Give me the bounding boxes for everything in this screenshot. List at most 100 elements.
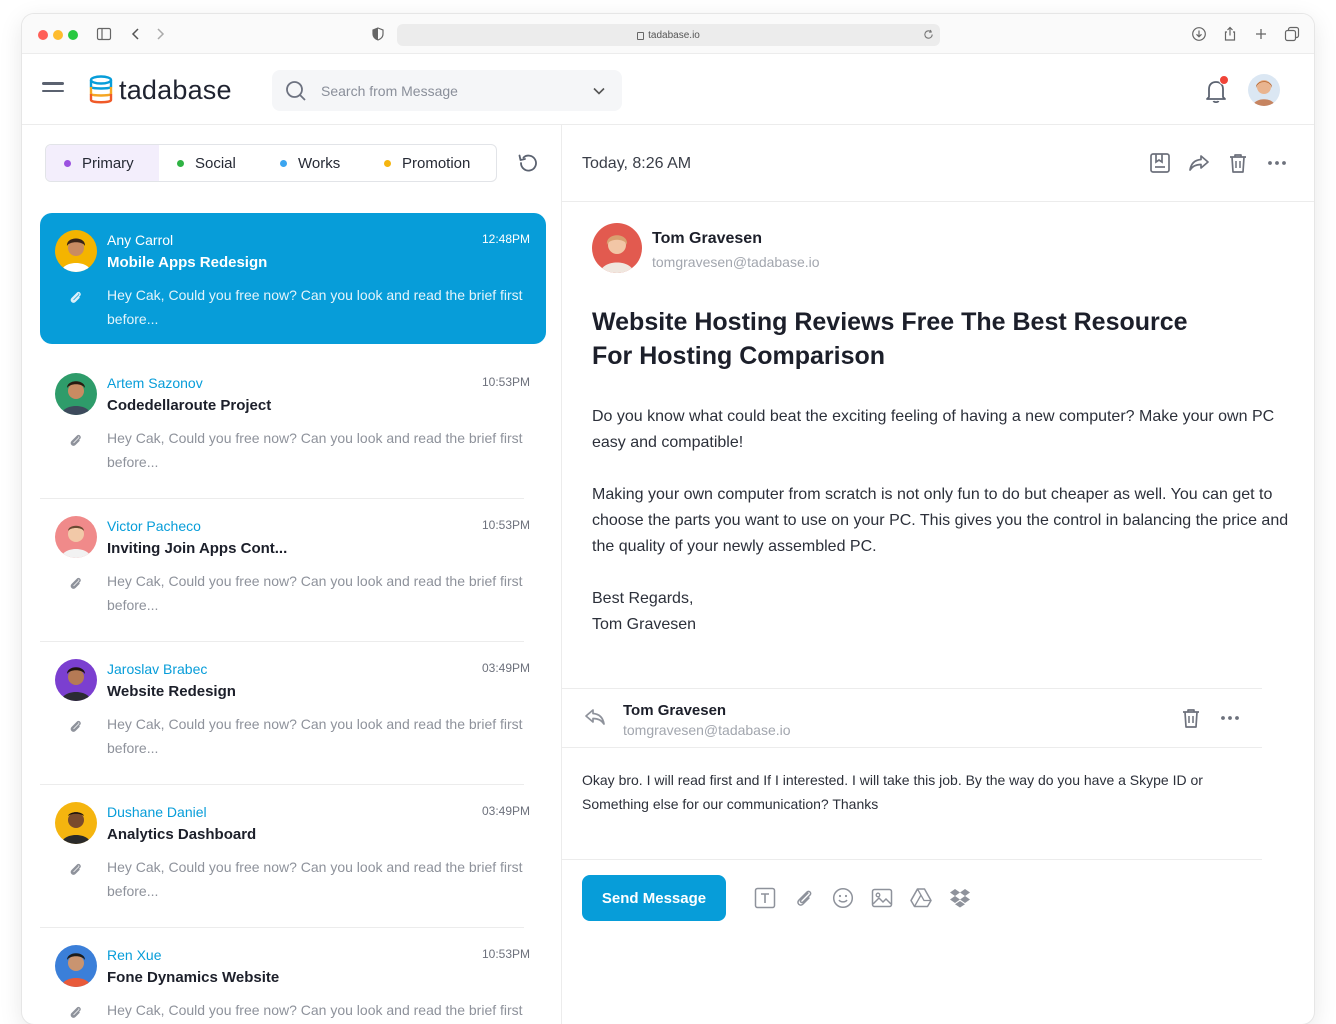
- shield-icon[interactable]: [370, 26, 386, 42]
- mail-subject: Website Redesign: [107, 683, 236, 700]
- image-icon[interactable]: [871, 887, 893, 909]
- tab-label: Primary: [82, 154, 134, 172]
- delete-icon[interactable]: [1227, 152, 1249, 174]
- mail-snippet: Hey Cak, Could you free now? Can you loo…: [107, 287, 523, 327]
- text-format-icon[interactable]: [754, 887, 776, 909]
- tab-label: Promotion: [402, 154, 471, 172]
- avatar: [55, 373, 97, 415]
- mail-subject: Inviting Join Apps Cont...: [107, 540, 288, 557]
- database-icon: [89, 75, 113, 104]
- menu-icon[interactable]: [42, 82, 64, 98]
- mail-time: 10:53PM: [481, 947, 530, 961]
- reply-sender-name: Tom Gravesen: [623, 702, 727, 719]
- sender-email: tomgravesen@tadabase.io: [652, 254, 820, 270]
- notification-badge: [1219, 75, 1229, 85]
- share-icon[interactable]: [1222, 26, 1238, 42]
- browser-toolbar: tadabase.io: [22, 14, 1314, 54]
- back-icon[interactable]: [128, 26, 144, 42]
- refresh-icon[interactable]: [516, 151, 540, 175]
- tab-primary[interactable]: Primary: [46, 145, 159, 181]
- sender-avatar: [592, 223, 642, 273]
- mail-item[interactable]: Victor Pacheco 10:53PM Inviting Join App…: [40, 499, 546, 642]
- mail-item[interactable]: Artem Sazonov 10:53PM Codedellaroute Pro…: [40, 356, 546, 499]
- app-header: tadabase Search from Message: [22, 54, 1314, 125]
- mail-snippet: Hey Cak, Could you free now? Can you loo…: [107, 1002, 523, 1018]
- forward-icon[interactable]: [152, 26, 168, 42]
- close-window-button[interactable]: [38, 30, 48, 40]
- emoji-icon[interactable]: [832, 887, 854, 909]
- mail-list: Any Carrol 12:48PM Mobile Apps Redesign …: [40, 213, 546, 1024]
- search-icon: [286, 81, 306, 101]
- tab-social[interactable]: Social: [159, 145, 262, 181]
- tabs-overview-icon[interactable]: [1284, 26, 1300, 42]
- reply-header: Tom Gravesen tomgravesen@tadabase.io: [562, 688, 1262, 748]
- sidebar-toggle-icon[interactable]: [96, 26, 112, 42]
- app-logo[interactable]: tadabase: [89, 74, 232, 106]
- new-tab-icon[interactable]: [1253, 26, 1269, 42]
- promotion-dot: [384, 159, 391, 167]
- mail-item[interactable]: Dushane Daniel 03:49PM Analytics Dashboa…: [40, 785, 546, 928]
- download-icon[interactable]: [1191, 26, 1207, 42]
- mail-snippet: Hey Cak, Could you free now? Can you loo…: [107, 573, 523, 613]
- search-placeholder: Search from Message: [321, 83, 458, 99]
- attachment-icon: [67, 861, 83, 877]
- message-date: Today, 8:26 AM: [582, 155, 692, 172]
- mail-sender: Ren Xue: [107, 947, 162, 963]
- mail-item[interactable]: Jaroslav Brabec 03:49PM Website Redesign…: [40, 642, 546, 785]
- forward-message-icon[interactable]: [1188, 152, 1210, 174]
- mail-snippet: Hey Cak, Could you free now? Can you loo…: [107, 430, 523, 470]
- url-text: tadabase.io: [648, 29, 700, 41]
- reply-input[interactable]: Okay bro. I will read first and If I int…: [582, 768, 1232, 816]
- mail-sender: Any Carrol: [107, 232, 174, 248]
- mail-time: 03:49PM: [481, 804, 530, 818]
- avatar: [55, 516, 97, 558]
- minimize-window-button[interactable]: [53, 30, 63, 40]
- social-dot: [177, 159, 184, 167]
- mail-subject: Analytics Dashboard: [107, 826, 257, 843]
- avatar: [55, 802, 97, 844]
- reply-delete-icon[interactable]: [1180, 707, 1202, 729]
- mail-snippet: Hey Cak, Could you free now? Can you loo…: [107, 716, 523, 756]
- mail-time: 03:49PM: [481, 661, 530, 675]
- google-drive-icon[interactable]: [910, 887, 932, 909]
- reload-icon[interactable]: [923, 29, 934, 40]
- mail-time: 10:53PM: [481, 375, 530, 389]
- address-bar[interactable]: tadabase.io: [397, 24, 940, 46]
- divider: [562, 859, 1262, 860]
- reply-icon[interactable]: [584, 706, 606, 728]
- tab-works[interactable]: Works: [262, 145, 366, 181]
- logo-text: tadabase: [119, 74, 232, 105]
- mail-list-panel: Primary Social Works Promotion Any Carro…: [22, 125, 562, 1024]
- mail-item-selected[interactable]: Any Carrol 12:48PM Mobile Apps Redesign …: [40, 213, 546, 344]
- reply-more-icon[interactable]: [1219, 707, 1241, 729]
- mail-snippet: Hey Cak, Could you free now? Can you loo…: [107, 859, 523, 899]
- tab-label: Works: [298, 154, 341, 172]
- user-avatar[interactable]: [1248, 74, 1280, 106]
- tab-label: Social: [195, 154, 236, 172]
- send-message-button[interactable]: Send Message: [582, 875, 726, 921]
- chevron-down-icon[interactable]: [592, 84, 606, 98]
- lock-icon: [637, 32, 645, 40]
- avatar: [55, 945, 97, 987]
- maximize-window-button[interactable]: [68, 30, 78, 40]
- mail-subject: Fone Dynamics Website: [107, 969, 280, 986]
- archive-icon[interactable]: [1149, 152, 1171, 174]
- more-options-icon[interactable]: [1266, 152, 1288, 174]
- tab-promotion[interactable]: Promotion: [366, 145, 496, 181]
- mail-time: 10:53PM: [481, 518, 530, 532]
- message-paragraph: Making your own computer from scratch is…: [592, 486, 1289, 555]
- mail-sender: Victor Pacheco: [107, 518, 201, 534]
- dropbox-icon[interactable]: [949, 887, 971, 909]
- mail-sender: Artem Sazonov: [107, 375, 203, 391]
- message-panel: Today, 8:26 AM Tom Gravesen tomgravesen@…: [562, 125, 1314, 1024]
- primary-dot: [64, 159, 71, 167]
- attach-file-icon[interactable]: [793, 887, 815, 909]
- search-input[interactable]: Search from Message: [272, 70, 622, 111]
- attachment-icon: [67, 1004, 83, 1020]
- mail-sender: Dushane Daniel: [107, 804, 207, 820]
- sender-name: Tom Gravesen: [652, 230, 762, 247]
- attachment-icon: [67, 575, 83, 591]
- avatar: [55, 659, 97, 701]
- attachment-icon: [67, 718, 83, 734]
- reply-sender-email: tomgravesen@tadabase.io: [623, 722, 791, 738]
